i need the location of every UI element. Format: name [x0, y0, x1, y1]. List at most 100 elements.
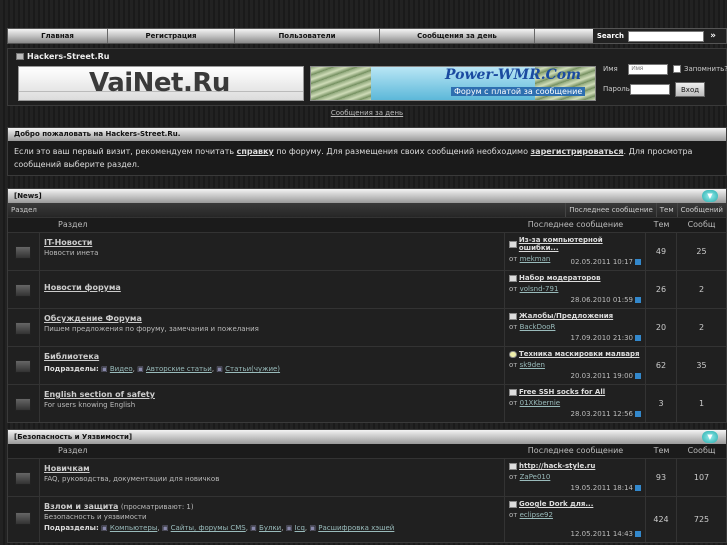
go-to-post-icon[interactable]: [635, 335, 641, 341]
by-label: от: [509, 473, 518, 481]
col-last-post: Последнее сообщение: [527, 446, 624, 455]
subforums-label: Подразделы:: [44, 524, 99, 532]
last-post-author[interactable]: BackDooR: [520, 323, 556, 331]
search-input[interactable]: [628, 30, 704, 42]
collapse-icon[interactable]: ▼: [702, 431, 718, 443]
forum-title[interactable]: Новости форума: [44, 283, 121, 292]
category-title[interactable]: [News]: [14, 192, 42, 200]
last-post-title[interactable]: Google Dork для...: [509, 500, 641, 508]
category-news-header: [News] ▼: [8, 189, 726, 203]
col-last-post: Последнее сообщение: [527, 220, 624, 229]
forum-desc: For users knowing English: [44, 401, 136, 409]
subforum-link[interactable]: Расшифровка хэшей: [318, 524, 394, 532]
last-post-title[interactable]: Из-за компьютерной ошибки...: [509, 236, 641, 252]
go-to-post-icon[interactable]: [635, 297, 641, 303]
subforum-link[interactable]: Видео: [110, 365, 133, 373]
forum-row: Взлом и защита (просматривают: 1) Безопас…: [8, 496, 726, 542]
subforum-link[interactable]: Сайты, форумы CMS: [171, 524, 246, 532]
post-count: 725: [693, 515, 710, 524]
post-count: 1: [698, 399, 705, 408]
col-posts: Сообщ: [687, 446, 716, 455]
column-header: Раздел Последнее сообщение Тем Сообщ: [8, 444, 726, 458]
subheader-posts: Сообщений: [676, 203, 726, 217]
last-post-author[interactable]: ZaPe010: [520, 473, 551, 481]
by-label: от: [509, 399, 518, 407]
subforum-link[interactable]: Булки: [259, 524, 281, 532]
go-to-post-icon[interactable]: [635, 411, 641, 417]
last-post-title[interactable]: Жалобы/Предложения: [509, 312, 641, 320]
category-subheader: Раздел Последнее сообщение Тем Сообщений: [8, 203, 726, 218]
go-to-post-icon[interactable]: [635, 485, 641, 491]
password-input[interactable]: [630, 83, 670, 95]
last-post-author[interactable]: sk9den: [520, 361, 545, 369]
last-post-title[interactable]: Free SSH socks for All: [509, 388, 641, 396]
subforum-link[interactable]: Компьютеры: [110, 524, 157, 532]
last-post-author[interactable]: 01XKbernie: [520, 399, 561, 407]
login-button[interactable]: Вход: [675, 81, 706, 97]
help-link[interactable]: справку: [237, 147, 274, 156]
subforums: Подразделы: ▣ Видео, ▣ Авторские статьи,…: [44, 365, 281, 373]
last-post-title[interactable]: Техника маскировки малваря: [509, 350, 641, 358]
post-icon: [509, 500, 517, 508]
login-password-row: Пароль Вход: [603, 79, 727, 99]
forum-desc: FAQ, руководства, документации для нович…: [44, 475, 220, 483]
forum-row: Новости форума Набор модераторов от volsn…: [8, 270, 726, 308]
post-count: 35: [696, 361, 707, 370]
username-input[interactable]: [628, 63, 669, 75]
forum-title[interactable]: Библиотека: [44, 352, 99, 361]
welcome-text-part: Если это ваш первый визит, рекомендуем п…: [14, 147, 237, 156]
welcome-text-part: по форуму. Для размещения своих сообщени…: [273, 147, 531, 156]
forum-title[interactable]: English section of safety: [44, 390, 155, 399]
forum-status-icon: [8, 459, 40, 496]
nav-users-link[interactable]: Пользователи: [235, 29, 380, 43]
last-post-date: 19.05.2011 18:14: [570, 484, 633, 492]
last-post-author[interactable]: mekman: [520, 255, 551, 263]
last-post-date: 28.03.2011 12:56: [570, 410, 633, 418]
topic-count: 424: [646, 497, 677, 542]
go-to-post-icon[interactable]: [635, 531, 641, 537]
site-title[interactable]: Hackers-Street.Ru: [16, 52, 110, 61]
forum-title[interactable]: Новичкам: [44, 464, 90, 473]
last-post-title[interactable]: http://hack-style.ru: [509, 462, 641, 470]
last-post-author[interactable]: volsnd-791: [520, 285, 559, 293]
forum-home-icon: [16, 53, 24, 60]
post-icon: [509, 274, 517, 282]
remember-label: Запомнить?: [684, 65, 727, 73]
subforum-link[interactable]: Авторские статьи: [146, 365, 212, 373]
forum-desc: Новости инета: [44, 249, 99, 257]
last-post-title[interactable]: Набор модераторов: [509, 274, 641, 282]
col-posts: Сообщ: [687, 220, 716, 229]
welcome-box: Добро пожаловать на Hackers-Street.Ru. Е…: [7, 127, 727, 176]
forum-title[interactable]: IT-Новости: [44, 238, 92, 247]
nav-register-link[interactable]: Регистрация: [108, 29, 235, 43]
last-post-author[interactable]: eclipse92: [520, 511, 553, 519]
by-label: от: [509, 285, 518, 293]
nav-home-link[interactable]: Главная: [8, 29, 108, 43]
power-wmr-banner[interactable]: Power-WMR.Com Форум с платой за сообщени…: [310, 66, 596, 101]
vainet-banner[interactable]: VaiNet.Ru: [18, 66, 304, 101]
collapse-icon[interactable]: ▼: [702, 190, 718, 202]
topic-count: 62: [646, 347, 677, 384]
search-go-icon[interactable]: »: [704, 31, 722, 41]
go-to-post-icon[interactable]: [635, 373, 641, 379]
today-posts-bar: Сообщения за день: [7, 107, 727, 119]
last-post-date: 17.09.2010 21:30: [570, 334, 633, 342]
go-to-post-icon[interactable]: [635, 259, 641, 265]
nav-today-posts-link[interactable]: Сообщения за день: [380, 29, 535, 43]
subforum-link[interactable]: Статьи(чужие): [225, 365, 280, 373]
by-label: от: [509, 255, 518, 263]
login-name-row: Имя Запомнить?: [603, 59, 727, 79]
forum-status-icon: [8, 385, 40, 422]
subforum-link[interactable]: Icq: [295, 524, 305, 532]
category-news: [News] ▼ Раздел Последнее сообщение Тем …: [7, 188, 727, 423]
remember-checkbox[interactable]: [673, 65, 682, 73]
last-post-title-text: Free SSH socks for All: [519, 388, 606, 396]
power-wmr-banner-title: Power-WMR.Com: [445, 67, 581, 83]
today-posts-link[interactable]: Сообщения за день: [331, 109, 403, 117]
register-link[interactable]: зарегистрироваться: [531, 147, 624, 156]
post-count: 107: [693, 473, 710, 482]
forum-title[interactable]: Взлом и защита: [44, 502, 118, 511]
site-header: Hackers-Street.Ru VaiNet.Ru Power-WMR.Co…: [7, 48, 727, 106]
category-title[interactable]: [Безопасность и Уязвимости]: [14, 433, 132, 441]
forum-title[interactable]: Обсуждение Форума: [44, 314, 142, 323]
